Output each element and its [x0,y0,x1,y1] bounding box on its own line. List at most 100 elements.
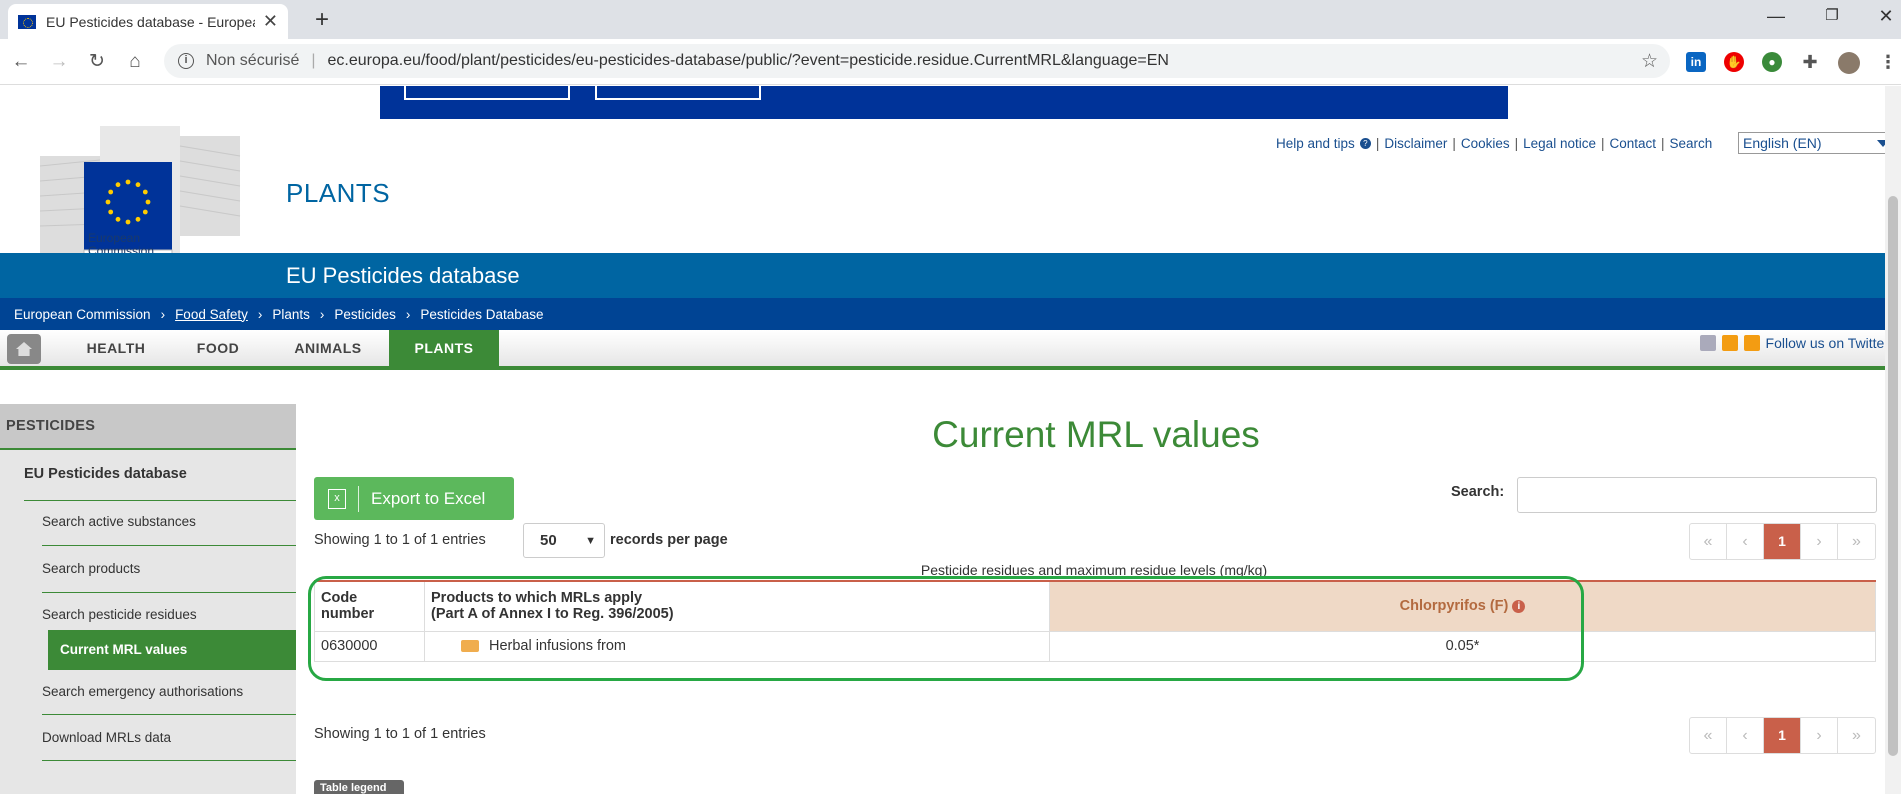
export-label: Export to Excel [371,488,486,508]
nav-food[interactable]: FOOD [168,330,268,366]
pagination-bottom: « ‹ 1 › » [1689,717,1876,754]
records-per-page-select[interactable]: 50 ▼ [523,523,605,558]
first-page-button[interactable]: « [1690,718,1727,753]
breadcrumb-chevron-icon: › [160,306,166,322]
legal-notice-link[interactable]: Legal notice [1523,136,1596,151]
twitter-link[interactable]: Follow us on Twitter [1766,335,1889,351]
excel-icon: x [328,488,346,509]
prev-page-button[interactable]: ‹ [1727,718,1764,753]
tab-title: EU Pesticides database - Europea [46,13,255,30]
site-title-bar: EU Pesticides database [0,253,1895,298]
bookmark-star-icon[interactable]: ☆ [1641,50,1658,73]
records-per-page-label: records per page [610,532,728,548]
print-icon[interactable] [1699,335,1716,351]
sidebar-item-download-mrls-data[interactable]: Download MRLs data [42,730,171,745]
search-input[interactable] [1517,477,1877,513]
breadcrumb-food-safety[interactable]: Food Safety [175,307,248,322]
home-icon[interactable]: ⌂ [122,49,148,75]
help-link[interactable]: Help and tips [1276,136,1355,151]
address-separator: | [311,52,316,69]
info-icon[interactable]: i [178,53,194,69]
breadcrumb-chevron-icon: › [405,306,411,322]
address-bar[interactable]: i Non sécurisé | ec.europa.eu/food/plant… [164,44,1670,78]
breadcrumb: European Commission › Food Safety › Plan… [0,298,1895,330]
last-page-button[interactable]: » [1838,524,1875,559]
chevron-down-icon: ▼ [585,535,596,547]
banner-button-2[interactable] [595,86,761,100]
sidebar-item-search-active-substances[interactable]: Search active substances [42,514,196,529]
font-larger-icon[interactable] [1743,335,1760,351]
table-legend-tab[interactable]: Table legend [314,780,404,794]
sidebar-section-eu-pesticides-database[interactable]: EU Pesticides database [24,466,187,482]
site-section-title: PLANTS [286,178,391,208]
language-value: English (EN) [1743,135,1822,151]
extensions-puzzle-icon[interactable]: ✚ [1800,52,1820,72]
per-page-value: 50 [540,532,557,549]
minimize-icon[interactable]: — [1756,6,1796,27]
export-to-excel-button[interactable]: x Export to Excel [314,477,514,520]
breadcrumb-european-commission[interactable]: European Commission [14,307,151,322]
breadcrumb-chevron-icon: › [257,306,263,322]
browser-menu-icon[interactable]: ⋮ [1878,52,1898,72]
page-title: Current MRL values [932,414,1260,455]
home-button-icon[interactable] [7,334,41,364]
eu-flag-favicon-icon [18,14,36,29]
search-label: Search: [1451,484,1505,500]
breadcrumb-pesticides-database: Pesticides Database [420,306,544,322]
window-close-icon[interactable]: ✕ [1866,6,1901,27]
cookies-link[interactable]: Cookies [1461,136,1510,151]
breadcrumb-chevron-icon: › [319,306,325,322]
social-tools: Follow us on Twitter [1699,335,1889,351]
breadcrumb-pesticides[interactable]: Pesticides [334,307,396,322]
next-page-button[interactable]: › [1801,524,1838,559]
sidebar-item-search-pesticide-residues[interactable]: Search pesticide residues [42,607,197,622]
next-page-button[interactable]: › [1801,718,1838,753]
new-tab-icon[interactable]: + [308,6,336,34]
page-1-button[interactable]: 1 [1764,718,1801,753]
sidebar: PESTICIDES EU Pesticides database Search… [0,404,296,794]
first-page-button[interactable]: « [1690,524,1727,559]
page-scrollbar[interactable] [1885,86,1901,794]
last-page-button[interactable]: » [1838,718,1875,753]
utility-links: Help and tips ? | Disclaimer | Cookies |… [1276,136,1713,151]
nav-animals[interactable]: ANIMALS [268,330,388,366]
browser-toolbar: ← → ↻ ⌂ i Non sécurisé | ec.europa.eu/fo… [0,39,1901,85]
sidebar-item-current-mrl-values[interactable]: Current MRL values [48,630,296,670]
help-icon: ? [1359,138,1371,149]
scrollbar-thumb[interactable] [1888,196,1898,756]
browser-tab[interactable]: EU Pesticides database - Europea ✕ [8,4,288,39]
search-link[interactable]: Search [1670,136,1713,151]
security-status: Non sécurisé [206,52,300,69]
banner-button-1[interactable] [404,86,570,100]
prev-page-button[interactable]: ‹ [1727,524,1764,559]
globe-extension-icon[interactable]: ● [1762,52,1782,72]
sidebar-item-search-emergency-authorisations[interactable]: Search emergency authorisations [42,684,243,699]
entries-info-top: Showing 1 to 1 of 1 entries [314,532,486,548]
disclaimer-link[interactable]: Disclaimer [1384,136,1447,151]
page-1-button[interactable]: 1 [1764,524,1801,559]
restore-icon[interactable]: ❐ [1812,6,1852,24]
adblock-extension-icon[interactable]: ✋ [1724,52,1744,72]
back-icon[interactable]: ← [8,49,34,75]
nav-health[interactable]: HEALTH [64,330,168,366]
nav-plants[interactable]: PLANTS [389,330,499,366]
breadcrumb-plants[interactable]: Plants [272,307,310,322]
highlight-annotation [308,576,1584,681]
contact-link[interactable]: Contact [1609,136,1656,151]
language-select[interactable]: English (EN) [1738,132,1894,154]
profile-avatar[interactable] [1838,52,1860,74]
close-tab-icon[interactable]: ✕ [263,11,278,32]
page-viewport: Help and tips ? | Disclaimer | Cookies |… [0,86,1901,794]
linkedin-extension-icon[interactable]: in [1686,52,1706,72]
forward-icon[interactable]: → [46,49,72,75]
entries-info-bottom: Showing 1 to 1 of 1 entries [314,726,486,742]
sidebar-heading: PESTICIDES [0,404,296,448]
european-commission-logo[interactable]: European Commission [39,126,250,291]
sidebar-item-search-products[interactable]: Search products [42,561,140,576]
browser-tab-bar: EU Pesticides database - Europea ✕ + — ❐… [0,0,1901,39]
main-nav: HEALTH FOOD ANIMALS PLANTS Follow us on … [0,330,1895,370]
site-title: EU Pesticides database [286,263,520,288]
reload-icon[interactable]: ↻ [84,49,110,75]
font-smaller-icon[interactable] [1721,335,1738,351]
top-banner [380,86,1508,119]
